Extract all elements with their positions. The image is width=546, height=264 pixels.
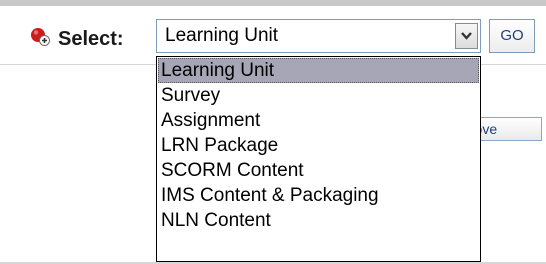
dropdown-option-lrn-package[interactable]: LRN Package [157,133,480,158]
dropdown-option-survey[interactable]: Survey [157,83,480,108]
dropdown-option-assignment[interactable]: Assignment [157,108,480,133]
dropdown-option-scorm-content[interactable]: SCORM Content [157,158,480,183]
dropdown-option-nln-content[interactable]: NLN Content [157,208,480,233]
chevron-down-icon [461,32,472,40]
dropdown-option-learning-unit[interactable]: Learning Unit [158,58,479,83]
content-type-select[interactable]: Learning Unit [156,19,481,53]
dropdown-arrow-button[interactable] [455,23,478,49]
dropdown-list[interactable]: Learning Unit Survey Assignment LRN Pack… [156,56,481,262]
select-label: Select: [58,28,124,50]
add-icon[interactable] [30,26,50,46]
go-button[interactable]: GO [489,19,535,53]
dropdown-option-ims-content-packaging[interactable]: IMS Content & Packaging [157,183,480,208]
select-value: Learning Unit [165,25,279,46]
